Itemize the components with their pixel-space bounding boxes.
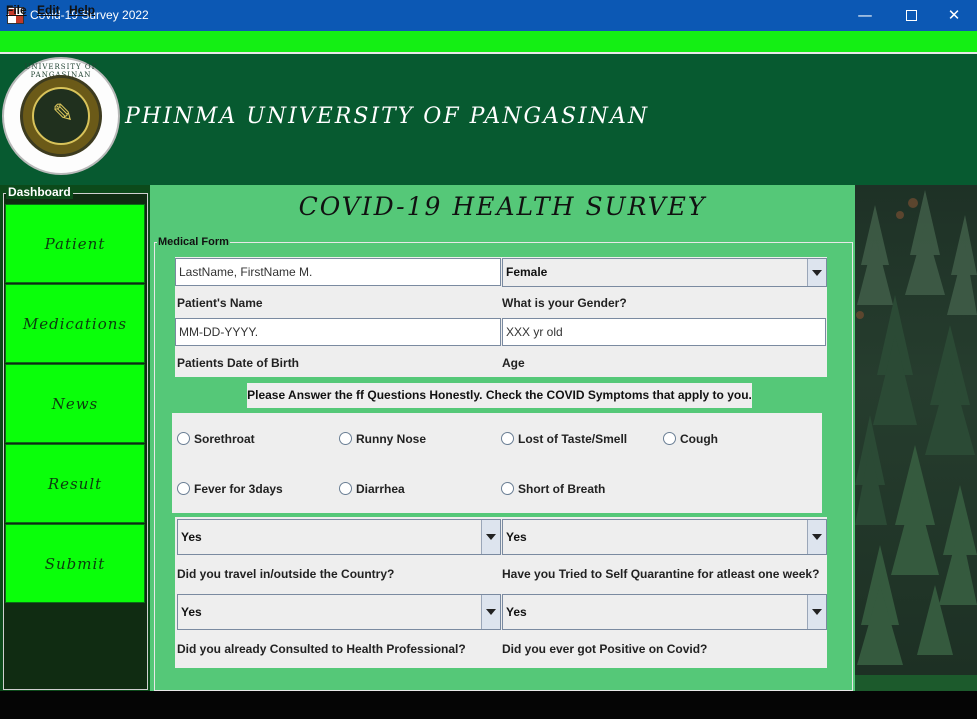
nav-submit-button[interactable]: Submit bbox=[5, 524, 145, 603]
patient-name-label: Patient's Name bbox=[177, 296, 263, 310]
patient-name-input[interactable]: LastName, FirstName M. bbox=[175, 258, 501, 286]
symptom-label: Lost of Taste/Smell bbox=[518, 432, 628, 446]
symptom-label: Fever for 3days bbox=[194, 482, 283, 496]
quarantine-select-value: Yes bbox=[506, 530, 527, 544]
travel-select-value: Yes bbox=[181, 530, 202, 544]
nav-news-button[interactable]: News bbox=[5, 364, 145, 443]
radio-icon[interactable] bbox=[339, 432, 352, 445]
header-banner: UNIVERSITY OF PANGASINAN ✎ PHINMA UNIVER… bbox=[0, 54, 977, 185]
chevron-down-icon[interactable] bbox=[807, 259, 826, 286]
symptom-label: Short of Breath bbox=[518, 482, 606, 496]
forest-trees-image bbox=[855, 190, 977, 665]
symptom-loss-of-taste-radio[interactable]: Lost of Taste/Smell bbox=[501, 432, 627, 446]
menu-edit[interactable]: Edit bbox=[37, 3, 60, 17]
gender-select-value: Female bbox=[506, 265, 548, 279]
radio-icon[interactable] bbox=[339, 482, 352, 495]
maximize-icon bbox=[905, 10, 917, 21]
book-icon: ✎ bbox=[52, 99, 74, 129]
medical-form-title: Medical Form bbox=[157, 236, 230, 248]
menu-file[interactable]: File bbox=[6, 3, 27, 17]
symptom-diarrhea-radio[interactable]: Diarrhea bbox=[339, 482, 405, 496]
logo-emblem: ✎ bbox=[32, 87, 90, 145]
forest-floor bbox=[855, 675, 977, 691]
radio-icon[interactable] bbox=[177, 482, 190, 495]
travel-label: Did you travel in/outside the Country? bbox=[177, 567, 395, 581]
symptom-label: Sorethroat bbox=[194, 432, 255, 446]
consulted-select[interactable]: Yes bbox=[177, 594, 501, 630]
chevron-down-icon[interactable] bbox=[481, 520, 500, 554]
menu-bar bbox=[0, 31, 977, 52]
university-name: PHINMA UNIVERSITY OF PANGASINAN bbox=[125, 104, 650, 129]
maximize-button[interactable] bbox=[888, 0, 934, 31]
logo-ring: ✎ bbox=[20, 75, 102, 157]
quarantine-label: Have you Tried to Self Quarantine for at… bbox=[502, 567, 820, 581]
date-of-birth-input[interactable]: MM-DD-YYYY. bbox=[175, 318, 501, 346]
chevron-down-icon[interactable] bbox=[807, 520, 826, 554]
symptom-cough-radio[interactable]: Cough bbox=[663, 432, 718, 446]
chevron-down-icon[interactable] bbox=[807, 595, 826, 629]
gender-select[interactable]: Female bbox=[502, 258, 827, 287]
radio-icon[interactable] bbox=[501, 482, 514, 495]
symptom-label: Diarrhea bbox=[356, 482, 405, 496]
symptom-label: Cough bbox=[680, 432, 718, 446]
symptom-label: Runny Nose bbox=[356, 432, 427, 446]
positive-select-value: Yes bbox=[506, 605, 527, 619]
symptom-short-of-breath-radio[interactable]: Short of Breath bbox=[501, 482, 605, 496]
quarantine-select[interactable]: Yes bbox=[502, 519, 827, 555]
close-button[interactable]: ✕ bbox=[931, 0, 977, 31]
sidebar-title: Dashboard bbox=[6, 185, 73, 199]
positive-label: Did you ever got Positive on Covid? bbox=[502, 642, 708, 656]
forest-image bbox=[855, 185, 977, 675]
symptom-sorethroat-radio[interactable]: Sorethroat bbox=[177, 432, 255, 446]
footer-strip bbox=[0, 691, 977, 719]
nav-result-button[interactable]: Result bbox=[5, 444, 145, 523]
nav-patient-button[interactable]: Patient bbox=[5, 204, 145, 283]
menu-help[interactable]: Help bbox=[69, 3, 95, 17]
travel-select[interactable]: Yes bbox=[177, 519, 501, 555]
symptoms-panel bbox=[172, 413, 822, 513]
minimize-button[interactable]: — bbox=[842, 0, 888, 31]
consulted-label: Did you already Consulted to Health Prof… bbox=[177, 642, 466, 656]
positive-select[interactable]: Yes bbox=[502, 594, 827, 630]
age-label: Age bbox=[502, 356, 525, 370]
age-input[interactable]: XXX yr old bbox=[502, 318, 826, 346]
consulted-select-value: Yes bbox=[181, 605, 202, 619]
date-of-birth-label: Patients Date of Birth bbox=[177, 356, 300, 370]
radio-icon[interactable] bbox=[501, 432, 514, 445]
radio-icon[interactable] bbox=[663, 432, 676, 445]
chevron-down-icon[interactable] bbox=[481, 595, 500, 629]
nav-medications-button[interactable]: Medications bbox=[5, 284, 145, 363]
university-logo: UNIVERSITY OF PANGASINAN ✎ bbox=[2, 57, 120, 175]
gender-label: What is your Gender? bbox=[502, 296, 627, 310]
symptom-runny-nose-radio[interactable]: Runny Nose bbox=[339, 432, 426, 446]
symptoms-instruction: Please Answer the ff Questions Honestly.… bbox=[247, 383, 752, 408]
symptom-fever-radio[interactable]: Fever for 3days bbox=[177, 482, 283, 496]
survey-title: COVID-19 HEALTH SURVEY bbox=[298, 192, 707, 221]
radio-icon[interactable] bbox=[177, 432, 190, 445]
